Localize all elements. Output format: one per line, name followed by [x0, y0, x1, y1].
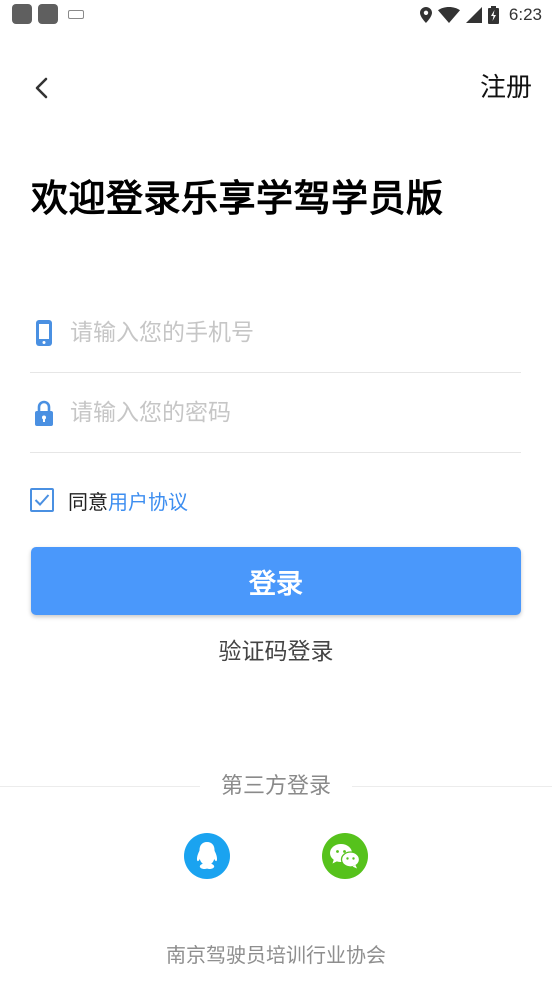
- page-title: 欢迎登录乐享学驾学员版: [31, 177, 444, 220]
- clock-time: 6:23: [508, 5, 542, 24]
- phone-icon: [36, 320, 52, 346]
- phone-input[interactable]: [70, 313, 510, 353]
- battery-icon: [487, 6, 499, 24]
- phone-field-row: [30, 293, 521, 373]
- chevron-left-icon: [35, 77, 48, 99]
- wifi-icon: [437, 7, 460, 23]
- footer-text: 南京驾驶员培训行业协会: [166, 943, 386, 967]
- app-icon: [12, 4, 32, 24]
- register-button[interactable]: 注册: [480, 70, 532, 106]
- login-button[interactable]: 登录: [31, 547, 521, 615]
- password-field-row: [30, 373, 521, 453]
- back-button[interactable]: [24, 70, 60, 106]
- status-bar: 6:23: [0, 0, 552, 30]
- third-party-label: 第三方登录: [200, 768, 352, 806]
- agreement-row: 同意 用户协议: [30, 486, 188, 514]
- qq-icon: [196, 842, 218, 869]
- agree-label: 同意: [68, 489, 108, 514]
- keyboard-icon: [68, 10, 84, 19]
- sms-login-link[interactable]: 验证码登录: [219, 639, 334, 665]
- location-icon: [419, 7, 432, 23]
- signal-icon: [465, 7, 482, 23]
- check-icon: [34, 494, 50, 506]
- app-icon: [38, 4, 58, 24]
- agree-checkbox[interactable]: [30, 488, 54, 512]
- wechat-icon: [330, 844, 361, 869]
- password-input[interactable]: [70, 393, 510, 433]
- sms-login-row: 验证码登录: [0, 632, 552, 672]
- qq-login-button[interactable]: [184, 833, 230, 879]
- lock-icon: [35, 400, 53, 426]
- user-agreement-link[interactable]: 用户协议: [108, 486, 188, 515]
- wechat-login-button[interactable]: [322, 833, 368, 879]
